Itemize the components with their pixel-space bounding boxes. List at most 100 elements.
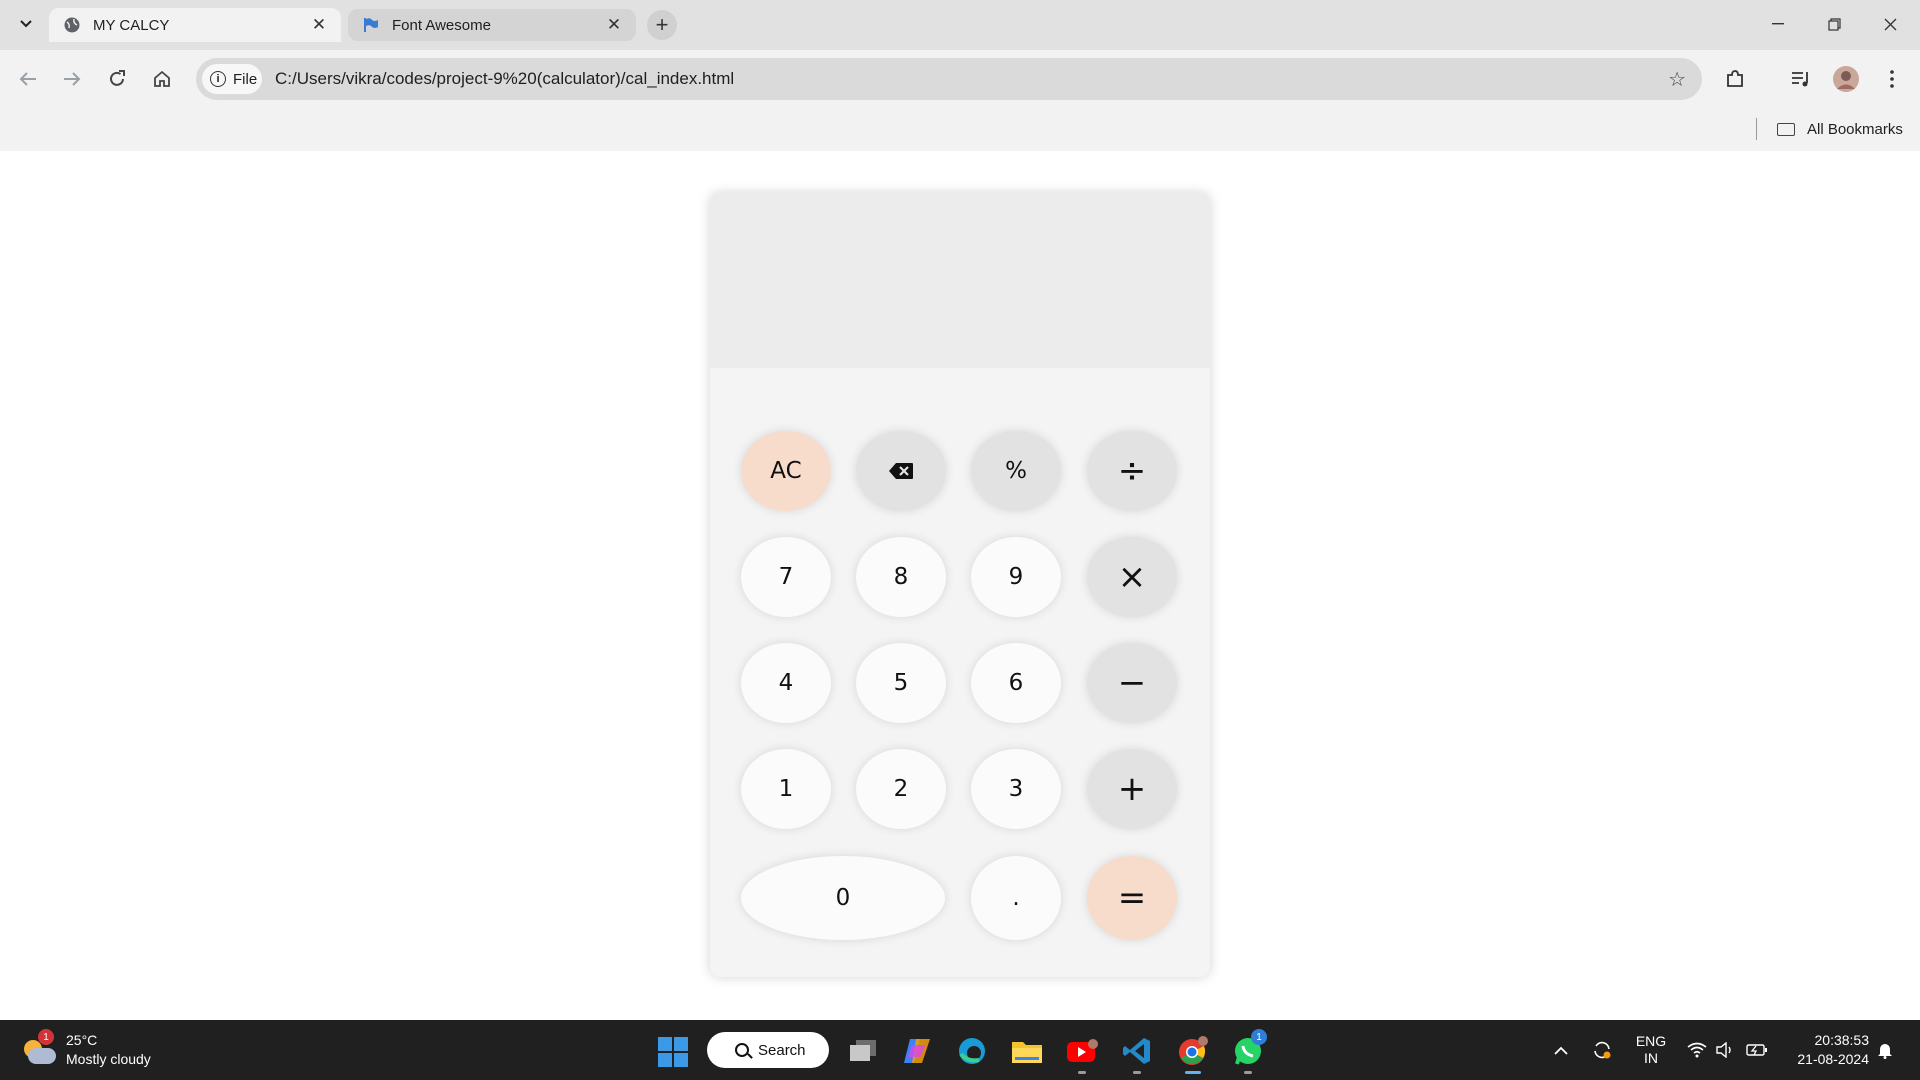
info-icon: i	[210, 71, 226, 87]
wifi-icon	[1687, 1042, 1707, 1058]
digit-2-button[interactable]: 2	[856, 749, 946, 829]
language-code: ENG	[1635, 1033, 1667, 1049]
start-button[interactable]	[658, 1037, 688, 1067]
tab-my-calcy[interactable]: MY CALCY ✕	[49, 8, 341, 42]
whatsapp-badge: 1	[1251, 1029, 1267, 1045]
sync-icon	[1594, 1041, 1611, 1059]
decimal-button[interactable]: .	[971, 856, 1061, 940]
tab-strip: MY CALCY ✕ Font Awesome ✕ +	[0, 0, 1920, 50]
subtract-button[interactable]: −	[1087, 643, 1177, 723]
notifications-button[interactable]	[1872, 1032, 1898, 1068]
puzzle-icon	[1727, 70, 1743, 87]
digit-0-button[interactable]: 0	[741, 856, 945, 940]
tab-font-awesome[interactable]: Font Awesome ✕	[348, 9, 636, 41]
minimize-button[interactable]	[1758, 6, 1798, 42]
digit-1-button[interactable]: 1	[741, 749, 831, 829]
calculator: AC % ÷ 7 8 9 × 4 5 6 − 1 2 3 + 0 . =	[710, 193, 1210, 977]
url-text[interactable]: C:/Users/vikra/codes/project-9%20(calcul…	[275, 69, 734, 89]
digit-3-button[interactable]: 3	[971, 749, 1061, 829]
youtube-icon	[1067, 1039, 1098, 1062]
youtube-app[interactable]	[1063, 1032, 1101, 1074]
backspace-icon	[889, 463, 913, 479]
task-view-button[interactable]	[844, 1032, 882, 1070]
media-controls-button[interactable]	[1783, 61, 1819, 97]
digit-8-button[interactable]: 8	[856, 537, 946, 617]
equals-button[interactable]: =	[1087, 856, 1177, 940]
reload-icon	[110, 70, 125, 86]
close-window-button[interactable]	[1870, 6, 1910, 42]
clock-date: 21-08-2024	[1797, 1051, 1869, 1067]
close-tab-icon[interactable]: ✕	[602, 13, 626, 37]
search-label: Search	[758, 1041, 806, 1059]
home-button[interactable]	[144, 61, 180, 97]
digit-9-button[interactable]: 9	[971, 537, 1061, 617]
bookmark-star-icon[interactable]: ☆	[1668, 67, 1686, 92]
reload-button[interactable]	[99, 61, 135, 97]
show-hidden-icons-button[interactable]	[1548, 1032, 1574, 1068]
all-bookmarks-button[interactable]: All Bookmarks	[1777, 116, 1903, 142]
weather-condition: Mostly cloudy	[66, 1051, 151, 1067]
edge-app[interactable]	[953, 1032, 991, 1070]
add-button[interactable]: +	[1087, 749, 1177, 829]
profile-button[interactable]	[1828, 61, 1864, 97]
edge-icon	[959, 1038, 985, 1064]
whatsapp-app[interactable]: 1	[1229, 1029, 1267, 1074]
digit-5-button[interactable]: 5	[856, 643, 946, 723]
address-bar[interactable]: i File C:/Users/vikra/codes/project-9%20…	[196, 58, 1702, 100]
globe-icon	[63, 16, 81, 34]
browser-toolbar: i File C:/Users/vikra/codes/project-9%20…	[0, 50, 1920, 108]
divide-button[interactable]: ÷	[1087, 431, 1177, 511]
chevron-down-icon	[20, 20, 32, 28]
digit-6-button[interactable]: 6	[971, 643, 1061, 723]
percent-button[interactable]: %	[971, 431, 1061, 511]
weather-widget[interactable]: 1 25°C Mostly cloudy	[20, 1028, 151, 1072]
sync-status-button[interactable]	[1588, 1032, 1616, 1068]
battery-button[interactable]	[1744, 1032, 1770, 1068]
weather-badge: 1	[38, 1029, 54, 1045]
close-tab-icon[interactable]: ✕	[307, 13, 331, 37]
digit-4-button[interactable]: 4	[741, 643, 831, 723]
site-info-chip[interactable]: i File	[202, 64, 262, 94]
minimize-icon	[1772, 23, 1784, 25]
browser-chrome: MY CALCY ✕ Font Awesome ✕ + i File C:/Us…	[0, 0, 1920, 151]
weather-cloudy-icon: 1	[20, 1029, 56, 1066]
search-icon	[735, 1043, 749, 1057]
extensions-button[interactable]	[1717, 61, 1753, 97]
windows-taskbar: 1 25°C Mostly cloudy Search 1 ENG IN 20:…	[0, 1020, 1920, 1080]
calculator-display	[710, 193, 1210, 368]
digit-7-button[interactable]: 7	[741, 537, 831, 617]
region-code: IN	[1644, 1050, 1658, 1066]
flag-icon	[362, 16, 380, 34]
taskbar-search[interactable]: Search	[707, 1032, 829, 1068]
arrow-left-icon	[19, 72, 36, 86]
system-clock[interactable]: 20:38:53 21-08-2024	[1773, 1031, 1869, 1069]
arrow-right-icon	[64, 72, 81, 86]
back-button[interactable]	[10, 61, 46, 97]
vs-code-app[interactable]	[1118, 1032, 1156, 1074]
restore-button[interactable]	[1814, 6, 1854, 42]
all-clear-button[interactable]: AC	[741, 431, 831, 511]
playlist-music-icon	[1792, 72, 1808, 87]
copilot-app[interactable]	[898, 1032, 936, 1070]
backspace-button[interactable]	[856, 431, 946, 511]
folder-icon	[1777, 122, 1795, 136]
restore-icon	[1827, 17, 1841, 31]
language-indicator[interactable]: ENG IN	[1628, 1032, 1674, 1068]
tab-title: MY CALCY	[93, 16, 170, 34]
forward-button[interactable]	[54, 61, 90, 97]
clock-time: 20:38:53	[1814, 1032, 1870, 1048]
browser-menu-button[interactable]	[1874, 61, 1910, 97]
volume-button[interactable]	[1712, 1032, 1738, 1068]
chrome-icon	[1179, 1036, 1208, 1065]
all-bookmarks-label: All Bookmarks	[1807, 120, 1903, 138]
multiply-button[interactable]: ×	[1087, 537, 1177, 617]
home-icon	[154, 70, 170, 87]
file-explorer-app[interactable]	[1008, 1032, 1046, 1070]
wifi-button[interactable]	[1684, 1032, 1710, 1068]
avatar	[1833, 66, 1859, 92]
tab-search-button[interactable]	[13, 10, 39, 38]
battery-charging-icon	[1746, 1044, 1767, 1056]
chrome-app[interactable]	[1174, 1032, 1212, 1074]
new-tab-button[interactable]: +	[647, 10, 677, 40]
bookmarks-bar: All Bookmarks	[0, 108, 1920, 151]
